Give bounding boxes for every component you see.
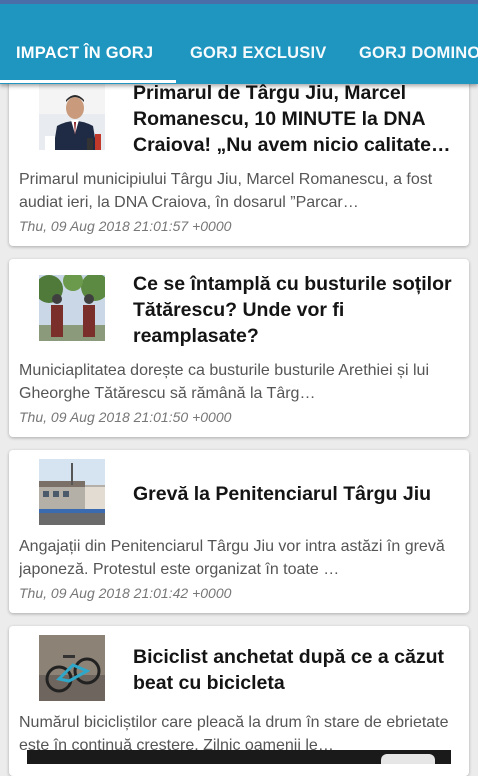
app-bar: IMPACT ÎN GORJ GORJ EXCLUSIV GORJ DOMINO: [0, 0, 478, 84]
article-title: Primarul de Târgu Jiu, Marcel Romanescu,…: [133, 82, 432, 156]
article-excerpt: Municiaplitatea dorește ca busturile bus…: [19, 362, 429, 402]
fallen-bicycle-photo: [39, 635, 105, 701]
tab-impact-in-gorj[interactable]: IMPACT ÎN GORJ: [16, 36, 153, 72]
tab-gorj-exclusiv[interactable]: GORJ EXCLUSIV: [190, 36, 326, 72]
article-excerpt: Angajații din Penitenciarul Târgu Jiu vo…: [19, 538, 445, 578]
article-title: Ce se întamplă cu busturile soților Tătă…: [133, 273, 452, 347]
article-title: Biciclist anchetat după ce a căzut beat …: [133, 646, 445, 694]
article-thumbnail: [39, 275, 105, 341]
article-thumbnail: [39, 84, 105, 150]
tab-gorj-domino[interactable]: GORJ DOMINO: [359, 36, 478, 72]
article-date: Thu, 09 Aug 2018 21:01:57 +0000: [19, 218, 232, 234]
selected-tab-indicator: [0, 80, 176, 83]
article-card[interactable]: Grevă la Penitenciarul Târgu Jiu Angajaț…: [9, 450, 469, 613]
penitentiary-building-photo: [39, 459, 105, 525]
man-at-microphones-photo: [39, 84, 105, 150]
article-title: Grevă la Penitenciarul Târgu Jiu: [133, 483, 432, 505]
article-card[interactable]: Primarul de Târgu Jiu, Marcel Romanescu,…: [9, 62, 469, 246]
article-thumbnail: [39, 459, 105, 525]
ad-pill: [381, 754, 435, 764]
article-thumbnail: [39, 635, 105, 701]
status-bar: [0, 0, 478, 4]
busts-in-park-photo: [39, 275, 105, 341]
ad-banner[interactable]: [27, 750, 451, 764]
article-date: Thu, 09 Aug 2018 21:01:50 +0000: [19, 409, 232, 425]
article-card[interactable]: Ce se întamplă cu busturile soților Tătă…: [9, 259, 469, 437]
article-date: Thu, 09 Aug 2018 21:01:42 +0000: [19, 585, 232, 601]
article-excerpt: Primarul municipiului Târgu Jiu, Marcel …: [19, 171, 433, 211]
